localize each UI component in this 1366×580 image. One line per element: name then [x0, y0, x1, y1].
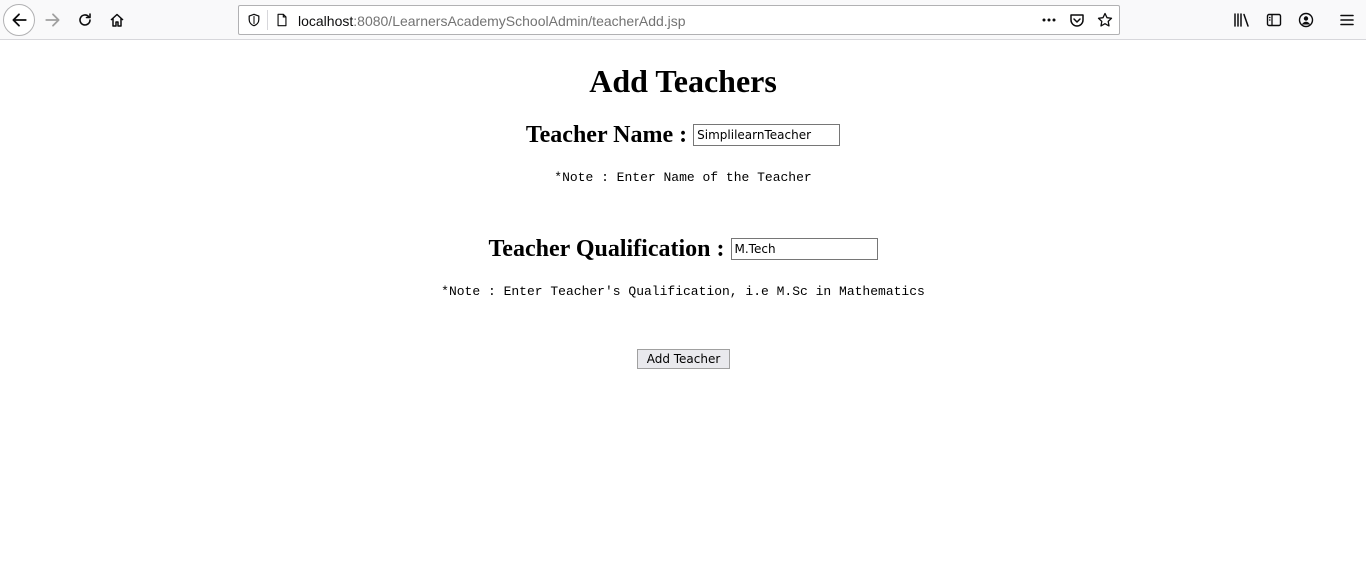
url-separator — [267, 10, 268, 30]
back-button[interactable] — [3, 4, 35, 36]
page-title: Add Teachers — [589, 63, 777, 99]
home-button[interactable] — [101, 4, 133, 36]
home-icon — [109, 12, 125, 28]
teacher-qualification-row: Teacher Qualification : — [0, 235, 1366, 263]
account-button[interactable] — [1290, 4, 1322, 36]
shield-icon[interactable] — [246, 12, 262, 28]
more-icon[interactable] — [1041, 12, 1057, 28]
url-text[interactable]: localhost:8080/LearnersAcademySchoolAdmi… — [298, 12, 686, 30]
browser-toolbar: localhost:8080/LearnersAcademySchoolAdmi… — [0, 0, 1366, 40]
teacher-qualification-label: Teacher Qualification : — [488, 236, 725, 262]
teacher-name-note: *Note : Enter Name of the Teacher — [554, 170, 812, 185]
url-path: :8080/LearnersAcademySchoolAdmin/teacher… — [353, 13, 686, 29]
reload-icon — [77, 12, 93, 28]
library-icon — [1233, 12, 1251, 28]
back-icon — [10, 11, 28, 29]
teacher-qualification-note: *Note : Enter Teacher's Qualification, i… — [441, 284, 925, 299]
star-icon[interactable] — [1097, 12, 1113, 28]
sidebar-button[interactable] — [1258, 4, 1290, 36]
reload-button[interactable] — [69, 4, 101, 36]
teacher-name-input[interactable] — [693, 124, 841, 146]
url-host: localhost — [298, 13, 354, 29]
menu-button[interactable] — [1331, 4, 1363, 36]
account-icon — [1298, 12, 1314, 28]
forward-button[interactable] — [37, 4, 69, 36]
teacher-qualification-input[interactable] — [730, 238, 878, 260]
menu-icon — [1339, 12, 1355, 28]
teacher-name-label: Teacher Name : — [525, 122, 688, 148]
pocket-icon[interactable] — [1069, 12, 1085, 28]
library-button[interactable] — [1226, 4, 1258, 36]
teacher-name-row: Teacher Name : — [0, 121, 1366, 149]
page-icon[interactable] — [274, 12, 290, 28]
sidebar-icon — [1266, 12, 1282, 28]
forward-icon — [44, 11, 62, 29]
add-teacher-button[interactable]: Add Teacher — [637, 349, 730, 369]
page-content: Add Teachers Teacher Name : *Note : Ente… — [0, 41, 1366, 580]
address-bar[interactable]: localhost:8080/LearnersAcademySchoolAdmi… — [238, 5, 1120, 35]
